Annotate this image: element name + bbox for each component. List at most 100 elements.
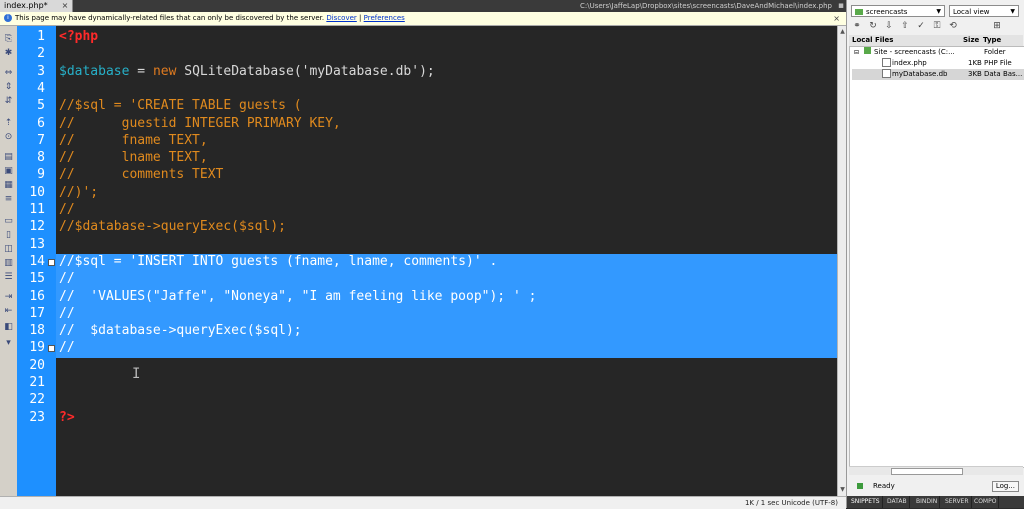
check-out-icon[interactable]: ✓ [915,20,927,32]
chevron-down-icon: ▼ [936,8,941,15]
code-line[interactable]: $database = new SQLiteDatabase('myDataba… [59,63,435,80]
code-line[interactable]: <?php [59,28,98,45]
code-token: // 'VALUES("Jaffe", "Noneya", "I am feel… [59,288,537,304]
tab-databases[interactable]: DATAB [885,496,910,508]
document-tab-label: index.php* [4,1,48,10]
info-message: This page may have dynamically-related f… [15,14,325,22]
column-local-files[interactable]: Local Files [852,35,893,46]
expand-panel-icon[interactable]: ⊞ [991,20,1003,32]
code-token: // [59,305,75,321]
line-number-gutter[interactable]: 1 2 3 4 5 6 7 8 9 10 11 12 13 14 15 16 17 18 19 20 21 22 23 [17,26,56,496]
code-line[interactable]: // [59,201,75,218]
file-name: myDatabase.db [892,70,948,78]
file-type: Folder [984,48,1006,56]
indent-code-icon[interactable]: ⇥ [2,292,15,303]
remove-comment-icon[interactable]: ▯ [2,230,15,241]
auto-indent-icon[interactable]: ≡ [2,194,15,205]
tab-bindings[interactable]: BINDIN [914,496,941,508]
apply-comment-icon[interactable]: ▭ [2,216,15,227]
code-line[interactable]: // [59,270,75,287]
view-select[interactable]: Local view ▼ [949,5,1019,17]
document-tab[interactable]: index.php* × [0,0,74,12]
code-line[interactable]: // [59,339,75,356]
site-select[interactable]: screencasts ▼ [851,5,945,17]
view-select-value: Local view [953,8,990,16]
code-token: // $database->queryExec($sql); [59,323,302,339]
code-line[interactable]: //)'; [59,184,98,201]
close-icon[interactable]: × [833,12,840,25]
line-number: 3 [37,63,45,79]
close-icon[interactable]: × [62,1,69,10]
files-panel: screencasts ▼ Local view ▼ ⚭ ↻ ⇩ ⇧ ✓ ⚿ ⟲… [846,0,1024,508]
line-number: 1 [37,29,45,44]
select-parent-tag-icon[interactable]: ⇡ [2,118,15,129]
code-token: new [152,63,177,79]
code-line[interactable]: // [59,305,75,322]
file-row-index[interactable]: index.php 1KB PHP File [852,58,1024,69]
check-in-icon[interactable]: ⚿ [931,20,943,32]
file-row-site[interactable]: ⊟ Site - screencasts (C:... Folder [852,47,1024,58]
tab-server-behaviors[interactable]: SERVER [943,496,972,508]
tab-components[interactable]: COMPO [972,496,1000,508]
code-line[interactable]: // comments TEXT [59,166,223,183]
scroll-down-icon[interactable]: ▼ [839,486,846,493]
format-source-icon[interactable]: ◧ [2,322,15,333]
open-documents-icon[interactable]: ⎘ [2,34,15,45]
scroll-up-icon[interactable]: ▲ [839,28,846,35]
fold-marker-icon[interactable] [48,258,55,266]
collapse-full-tag-icon[interactable]: ⇔ [2,68,15,79]
put-files-icon[interactable]: ⇧ [899,20,911,32]
balance-braces-icon[interactable]: ⊙ [2,132,15,143]
preferences-link[interactable]: Preferences [364,14,405,22]
column-size[interactable]: Size [963,35,979,46]
code-line[interactable]: // $database->queryExec($sql); [59,322,302,339]
line-numbers-icon[interactable]: ▤ [2,152,15,163]
code-line[interactable]: ?> [59,409,75,426]
syntax-coloring-icon[interactable]: ▦ [2,180,15,191]
refresh-icon[interactable]: ↻ [867,20,879,32]
code-line[interactable]: //$database->queryExec($sql); [59,218,286,235]
highlight-invalid-code-icon[interactable]: ▣ [2,166,15,177]
collapse-icon[interactable]: ⊟ [854,47,859,58]
collapse-selection-icon[interactable]: ⇕ [2,82,15,93]
code-line[interactable]: // lname TEXT, [59,149,208,166]
code-line[interactable]: // 'VALUES("Jaffe", "Noneya", "I am feel… [59,288,536,305]
fold-marker-icon[interactable] [48,345,55,353]
code-line[interactable]: // fname TEXT, [59,132,208,149]
line-number: 15 [29,271,45,287]
text-cursor: I [132,366,141,382]
tab-snippets[interactable]: SNIPPETS [849,496,883,508]
connect-icon[interactable]: ⚭ [851,20,863,32]
column-type[interactable]: Type [983,35,1001,46]
wrap-tag-icon[interactable]: ◫ [2,244,15,255]
code-token: = [129,63,153,79]
expand-all-icon[interactable]: ⇵ [2,96,15,107]
files-status-text: Ready [873,482,895,490]
recent-snippets-icon[interactable]: ▥ [2,258,15,269]
log-button[interactable]: Log... [991,481,1019,492]
get-files-icon[interactable]: ⇩ [883,20,895,32]
synchronize-icon[interactable]: ⟲ [947,20,959,32]
show-code-navigator-icon[interactable]: ✱ [2,48,15,59]
scrollbar-thumb[interactable] [891,468,963,475]
code-line[interactable]: // guestid INTEGER PRIMARY KEY, [59,115,341,132]
move-css-icon[interactable]: ☰ [2,272,15,283]
file-list-horizontal-scrollbar[interactable] [849,466,1023,475]
line-number: 11 [29,202,45,217]
panel-tab-bar: SNIPPETS DATAB BINDIN SERVER COMPO [847,496,1024,508]
chevron-down-icon: ▼ [1010,8,1015,15]
line-number: 23 [29,409,45,425]
format-options-icon[interactable]: ▾ [2,338,15,349]
code-line[interactable]: //$sql = 'INSERT INTO guests (fname, lna… [59,253,497,270]
window-minimize-icon[interactable]: ▪ [838,0,844,12]
file-size: 1KB [968,59,982,67]
outdent-code-icon[interactable]: ⇤ [2,306,15,317]
discover-link[interactable]: Discover [326,14,356,22]
document-tab-bar: index.php* × C:\Users\JaffeLap\Dropbox\si… [0,0,846,12]
code-editor[interactable]: I <?php $database = new SQLiteDatabase('m… [56,26,837,496]
line-number: 8 [37,150,45,166]
code-line[interactable]: //$sql = 'CREATE TABLE guests ( [59,97,302,114]
file-row-database[interactable]: myDatabase.db 3KB Data Bas... [852,69,1024,80]
code-token: // [59,340,75,356]
file-path: C:\Users\JaffeLap\Dropbox\sites\screenca… [579,2,832,10]
